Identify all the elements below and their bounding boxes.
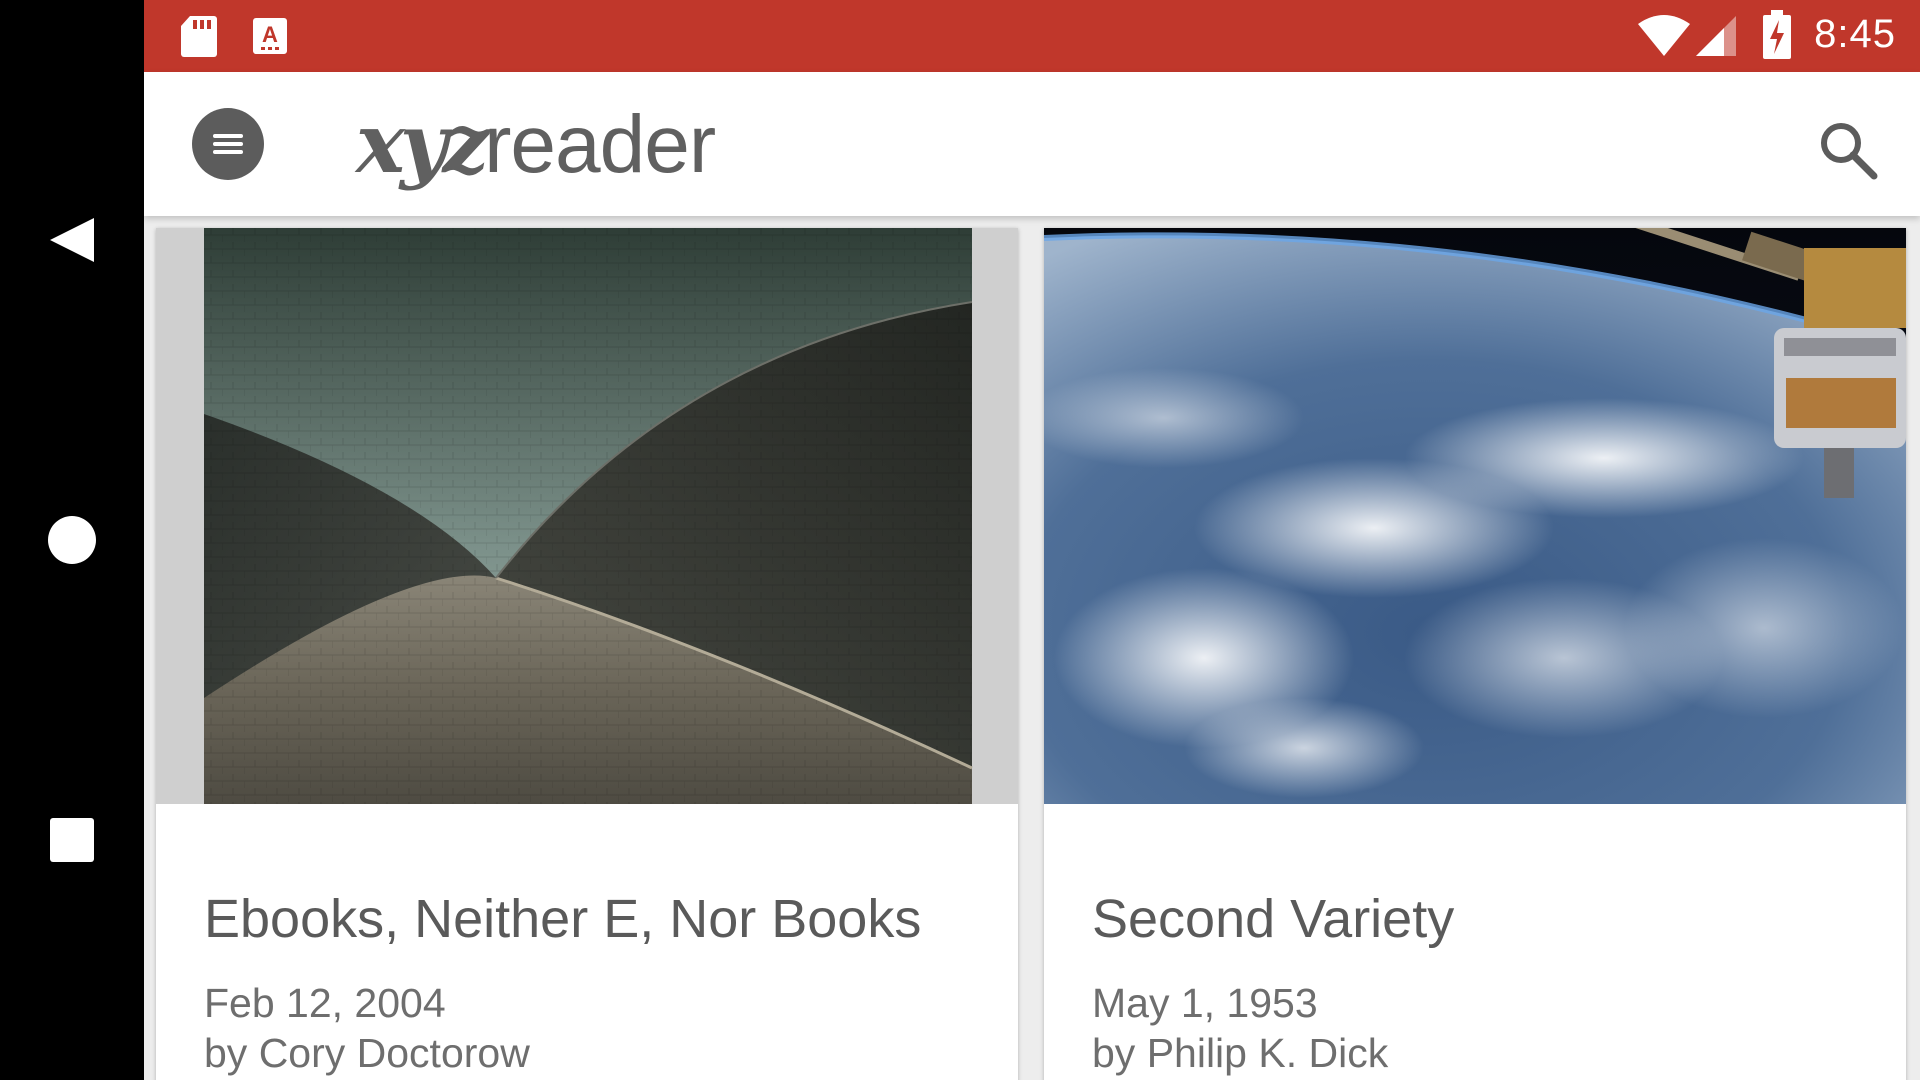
svg-text:A: A — [262, 22, 278, 47]
article-thumbnail — [1044, 228, 1906, 804]
article-grid: Ebooks, Neither E, Nor Books Feb 12, 200… — [144, 216, 1920, 1080]
article-author: by Philip K. Dick — [1092, 1030, 1389, 1076]
home-icon[interactable] — [42, 510, 102, 570]
app-logo: xyzreader — [356, 94, 716, 194]
keyboard-a-icon: A — [252, 14, 288, 63]
battery-charging-icon — [1762, 10, 1792, 65]
earth-from-space-station-photo — [1044, 228, 1906, 804]
wifi-icon — [1636, 14, 1692, 63]
sd-card-icon — [180, 14, 218, 63]
article-date: Feb 12, 2004 — [204, 980, 446, 1026]
system-nav-bar — [0, 0, 144, 1080]
article-title: Second Variety — [1092, 889, 1455, 949]
clock: 8:45 — [1814, 12, 1896, 56]
status-bar: A 8:45 — [144, 0, 1920, 72]
menu-icon — [213, 134, 243, 154]
cell-signal-icon — [1694, 14, 1738, 63]
logo-reader: reader — [484, 99, 716, 190]
logo-xyz: xyz — [356, 96, 489, 192]
menu-button[interactable] — [192, 108, 264, 180]
search-button[interactable] — [1816, 118, 1880, 182]
article-thumbnail — [156, 228, 1018, 804]
article-title: Ebooks, Neither E, Nor Books — [204, 889, 922, 949]
article-author: by Cory Doctorow — [204, 1030, 530, 1076]
article-date: May 1, 1953 — [1092, 980, 1318, 1026]
search-icon — [1821, 123, 1878, 180]
app-bar: xyzreader — [144, 72, 1920, 216]
article-card[interactable]: Second Variety May 1, 1953 by Philip K. … — [1044, 228, 1906, 1080]
back-icon[interactable] — [42, 210, 102, 270]
article-card[interactable]: Ebooks, Neither E, Nor Books Feb 12, 200… — [156, 228, 1018, 1080]
recents-icon[interactable] — [42, 810, 102, 870]
opera-house-shells-photo — [204, 228, 973, 804]
screen: A 8:45 xyzreader Ebooks, Neither E, Nor … — [0, 0, 1920, 1080]
